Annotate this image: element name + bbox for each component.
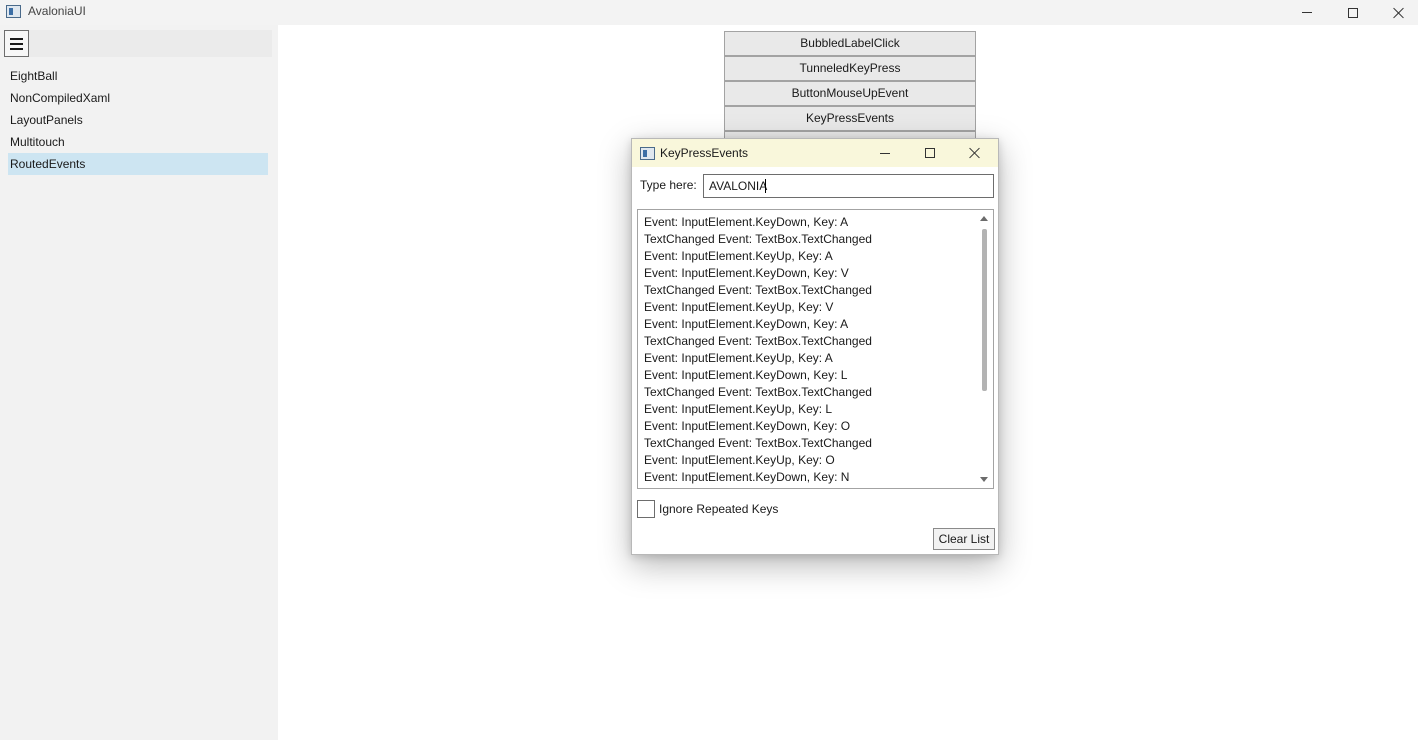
- button-mouse-up-event-button[interactable]: ButtonMouseUpEvent: [724, 81, 976, 106]
- scroll-up-arrow-icon[interactable]: [980, 216, 988, 221]
- maximize-button[interactable]: [1330, 0, 1376, 25]
- events-list-box[interactable]: Event: InputElement.KeyDown, Key: A Text…: [637, 209, 994, 489]
- list-item[interactable]: Event: InputElement.KeyDown, Key: V: [644, 265, 974, 282]
- tunneled-key-press-button[interactable]: TunneledKeyPress: [724, 56, 976, 81]
- minimize-icon: [1302, 12, 1312, 13]
- dialog-maximize-button[interactable]: [907, 139, 953, 167]
- list-item[interactable]: Event: InputElement.KeyUp, Key: O: [644, 452, 974, 469]
- sidebar-item-eightball[interactable]: EightBall: [8, 65, 268, 87]
- ignore-repeated-keys-checkbox[interactable]: [637, 500, 655, 518]
- list-item[interactable]: Event: InputElement.KeyDown, Key: O: [644, 418, 974, 435]
- type-here-input[interactable]: [703, 174, 994, 198]
- nav-list: EightBall NonCompiledXaml LayoutPanels M…: [8, 65, 268, 175]
- hamburger-icon: [10, 37, 23, 40]
- sidebar-item-routedevents[interactable]: RoutedEvents: [8, 153, 268, 175]
- hamburger-menu-button[interactable]: [4, 30, 29, 57]
- list-item[interactable]: TextChanged Event: TextBox.TextChanged: [644, 333, 974, 350]
- list-item[interactable]: Event: InputElement.KeyDown, Key: A: [644, 316, 974, 333]
- list-item[interactable]: Event: InputElement.KeyDown, Key: N: [644, 469, 974, 486]
- hamburger-icon: [10, 42, 23, 45]
- maximize-icon: [1348, 7, 1358, 18]
- minimize-button[interactable]: [1284, 0, 1330, 25]
- window-titlebar[interactable]: AvaloniaUI: [0, 0, 1418, 25]
- dialog-titlebar[interactable]: KeyPressEvents: [632, 139, 998, 167]
- sidebar-item-noncompiledxaml[interactable]: NonCompiledXaml: [8, 87, 268, 109]
- list-item[interactable]: TextChanged Event: TextBox.TextChanged: [644, 282, 974, 299]
- events-scrollbar[interactable]: [976, 210, 993, 488]
- window-title: AvaloniaUI: [28, 4, 86, 18]
- list-item[interactable]: TextChanged Event: TextBox.TextChanged: [644, 231, 974, 248]
- sidebar: EightBall NonCompiledXaml LayoutPanels M…: [0, 25, 278, 740]
- list-item[interactable]: Event: InputElement.KeyUp, Key: V: [644, 299, 974, 316]
- text-caret: [765, 179, 766, 193]
- list-item[interactable]: Event: InputElement.KeyUp, Key: A: [644, 350, 974, 367]
- clear-list-button[interactable]: Clear List: [933, 528, 995, 550]
- close-button[interactable]: [1376, 0, 1418, 25]
- dialog-minimize-button[interactable]: [862, 139, 908, 167]
- list-item[interactable]: Event: InputElement.KeyUp, Key: A: [644, 248, 974, 265]
- ignore-repeated-keys-label[interactable]: Ignore Repeated Keys: [659, 502, 778, 516]
- list-item[interactable]: TextChanged Event: TextBox.TextChanged: [644, 435, 974, 452]
- scroll-thumb[interactable]: [982, 229, 987, 391]
- sidebar-item-multitouch[interactable]: Multitouch: [8, 131, 268, 153]
- dialog-app-icon: [640, 147, 655, 160]
- events-list: Event: InputElement.KeyDown, Key: A Text…: [644, 214, 974, 486]
- minimize-icon: [880, 152, 890, 154]
- key-press-events-button[interactable]: KeyPressEvents: [724, 106, 976, 131]
- bubbled-label-click-button[interactable]: BubbledLabelClick: [724, 31, 976, 56]
- keypress-events-dialog: KeyPressEvents Type here: Event: InputEl…: [631, 138, 999, 555]
- scroll-down-arrow-icon[interactable]: [980, 477, 988, 482]
- list-item[interactable]: Event: InputElement.KeyDown, Key: L: [644, 367, 974, 384]
- sidebar-header: [4, 30, 272, 57]
- dialog-title: KeyPressEvents: [660, 146, 749, 160]
- close-icon: [1393, 7, 1405, 19]
- list-item[interactable]: TextChanged Event: TextBox.TextChanged: [644, 384, 974, 401]
- dialog-close-button[interactable]: [952, 139, 998, 167]
- list-item[interactable]: Event: InputElement.KeyDown, Key: A: [644, 214, 974, 231]
- app-icon: [6, 5, 21, 18]
- hamburger-icon: [10, 47, 23, 50]
- type-here-label: Type here:: [640, 178, 697, 192]
- routed-events-buttons: BubbledLabelClick TunneledKeyPress Butto…: [724, 31, 976, 139]
- maximize-icon: [925, 148, 935, 158]
- list-item[interactable]: Event: InputElement.KeyUp, Key: L: [644, 401, 974, 418]
- close-icon: [969, 147, 981, 159]
- sidebar-item-layoutpanels[interactable]: LayoutPanels: [8, 109, 268, 131]
